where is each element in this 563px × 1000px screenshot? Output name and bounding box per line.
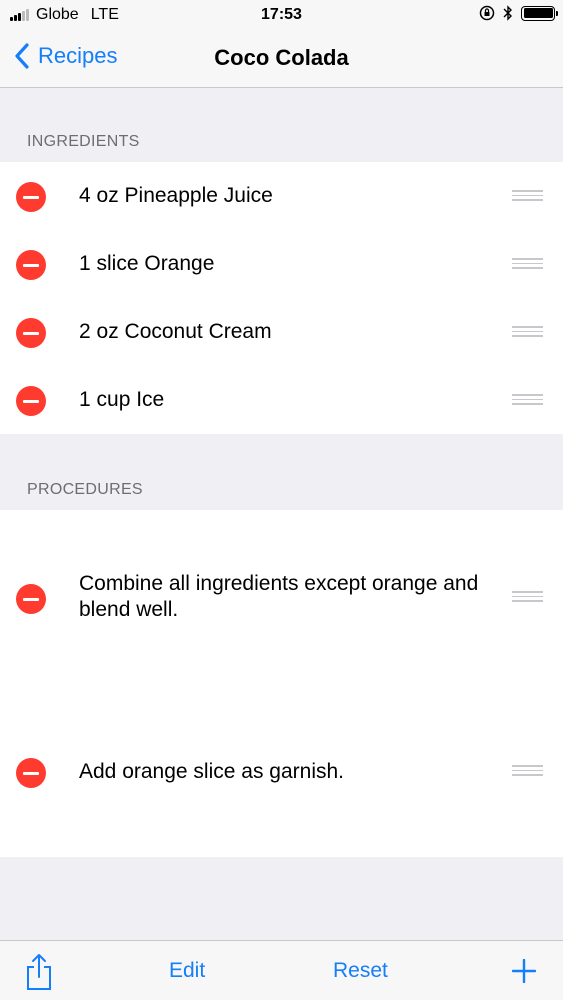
delete-button[interactable] [16,250,46,280]
ingredient-row: 1 cup Ice [0,366,563,434]
delete-button[interactable] [16,182,46,212]
section-header-ingredients: INGREDIENTS [27,133,140,150]
reset-button[interactable]: Reset [333,959,388,983]
procedure-label: Add orange slice as garnish. [79,760,344,783]
battery-icon [521,5,558,21]
minus-circle-icon [23,399,39,403]
minus-circle-icon [23,771,39,775]
edit-button[interactable]: Edit [169,959,205,983]
status-right [479,5,558,21]
rotation-lock-icon [479,5,495,21]
procedure-row: Add orange slice as garnish. [0,685,563,857]
delete-button[interactable] [16,584,46,614]
ingredient-label: 1 cup Ice [79,388,165,411]
reorder-grip-icon[interactable] [512,591,543,605]
ingredient-label: 1 slice Orange [79,252,215,275]
minus-circle-icon [23,263,39,267]
page-title: Coco Colada [214,45,349,70]
ingredient-label: 2 oz Coconut Cream [79,320,272,343]
plus-icon[interactable] [512,959,536,983]
section-header-procedures: PROCEDURES [27,481,143,498]
delete-button[interactable] [16,386,46,416]
minus-circle-icon [23,597,39,601]
delete-button[interactable] [16,318,46,348]
bluetooth-icon [503,5,512,21]
share-icon[interactable] [25,953,53,991]
reorder-grip-icon[interactable] [512,258,543,272]
ingredient-row: 1 slice Orange [0,230,563,298]
ingredient-label: 4 oz Pineapple Juice [79,184,273,207]
reorder-grip-icon[interactable] [512,190,543,204]
procedures-list: Combine all ingredients except orange an… [0,510,563,857]
bottom-toolbar: Edit Reset [0,940,563,1000]
ingredient-row: 2 oz Coconut Cream [0,298,563,366]
reorder-grip-icon[interactable] [512,326,543,340]
delete-button[interactable] [16,758,46,788]
procedure-label: Combine all ingredients except orange an… [79,572,479,621]
ingredient-row: 4 oz Pineapple Juice [0,162,563,230]
reorder-grip-icon[interactable] [512,394,543,408]
ingredients-list: 4 oz Pineapple Juice 1 slice Orange 2 oz… [0,162,563,434]
minus-circle-icon [23,331,39,335]
status-bar: Globe LTE 17:53 [0,0,563,30]
reorder-grip-icon[interactable] [512,765,543,779]
navigation-bar: Recipes Coco Colada [0,30,563,88]
minus-circle-icon [23,195,39,199]
procedure-row: Combine all ingredients except orange an… [0,510,563,685]
